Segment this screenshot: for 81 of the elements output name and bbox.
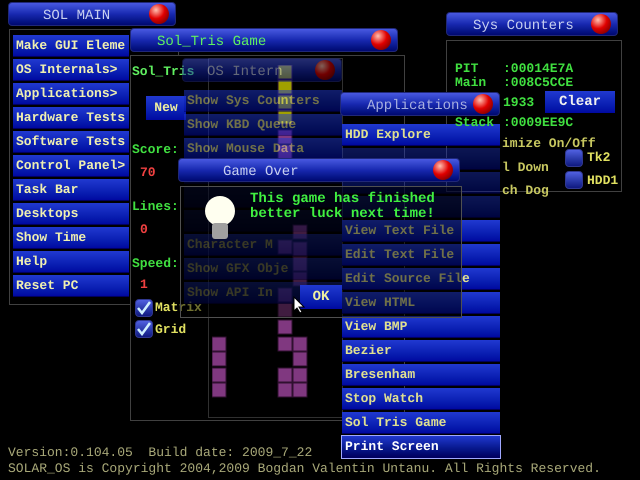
toggle-label: HDD1 <box>587 172 618 190</box>
speed-value: 1 <box>140 276 148 294</box>
close-button[interactable] <box>473 94 493 114</box>
tetris-block <box>278 302 292 318</box>
menu-item[interactable]: Applications> <box>13 83 129 105</box>
dialog-message: This game has finished <box>250 192 435 207</box>
counter-value: :008C5CCE <box>503 76 574 90</box>
window-title: Sys Counters <box>473 17 574 36</box>
menu-item[interactable]: Bresenham <box>342 364 500 386</box>
counter-label: PIT <box>455 62 478 76</box>
tetris-block <box>292 368 308 382</box>
counter-value: :0009EE9C <box>503 116 574 130</box>
toggle-label: Tk2 <box>587 149 610 167</box>
close-button[interactable] <box>371 30 391 50</box>
menu-item[interactable]: Show Time <box>13 227 129 249</box>
copyright-text: SOLAR_OS is Copyright 2004,2009 Bogdan Valentin Untanu. All Rights Reserved. <box>8 461 601 477</box>
tetris-block <box>292 256 308 272</box>
check-icon <box>137 322 151 336</box>
menu-item[interactable]: Bezier <box>342 340 500 362</box>
tetris-block <box>292 336 308 352</box>
tetris-block <box>292 352 308 366</box>
lines-value: 0 <box>140 221 148 239</box>
close-button[interactable] <box>591 14 611 34</box>
tetris-block <box>278 80 292 94</box>
tetris-block <box>278 130 292 144</box>
game-name: Sol_Tris <box>132 63 194 81</box>
counter-value: 1933 <box>503 96 534 110</box>
option-text: l Down <box>502 158 549 176</box>
menu-item[interactable]: OS Internals> <box>13 59 129 81</box>
dialog-message: better luck next time! <box>250 207 435 222</box>
tetris-block <box>278 336 292 352</box>
menu-item[interactable]: Stop Watch <box>342 388 500 410</box>
checkbox[interactable] <box>135 320 153 338</box>
tetris-block <box>278 320 292 334</box>
menu-item[interactable]: Print Screen <box>342 436 500 458</box>
option-text: imize On/Off <box>502 135 596 152</box>
tetris-block <box>212 382 226 398</box>
menu-item[interactable]: View BMP <box>342 316 500 338</box>
window-title: SOL MAIN <box>43 7 110 26</box>
counter-value: :00014E7A <box>503 62 574 76</box>
menu-item[interactable]: Make GUI Eleme <box>13 35 129 57</box>
clear-button[interactable]: Clear <box>545 91 615 113</box>
tetris-block <box>212 352 226 366</box>
score-label: Score: <box>132 140 179 158</box>
tetris-block <box>278 288 292 302</box>
lines-label: Lines: <box>132 198 179 216</box>
checkbox[interactable] <box>565 148 583 167</box>
mouse-cursor-icon <box>293 296 305 314</box>
tetris-block <box>292 242 308 256</box>
tetris-block <box>292 224 308 240</box>
close-button[interactable] <box>433 160 453 180</box>
tetris-block <box>278 382 292 398</box>
version-text: Version:0.104.05 Build date: 2009_7_22 <box>8 445 312 461</box>
checkbox[interactable] <box>565 171 583 190</box>
option-label: Grid <box>155 320 186 338</box>
menu-item[interactable]: Software Tests <box>13 131 129 153</box>
tetris-block <box>292 382 308 398</box>
tetris-block <box>212 368 226 382</box>
menu-item[interactable]: Reset PC <box>13 275 129 297</box>
ok-button[interactable]: OK <box>300 285 342 309</box>
new-button[interactable]: New <box>146 96 186 120</box>
menu-item[interactable]: Control Panel> <box>13 155 129 177</box>
counter-label: Main <box>455 76 486 90</box>
option-text: ch Dog <box>502 182 549 200</box>
tetris-block <box>292 272 308 286</box>
tetris-block <box>212 336 226 352</box>
menu-item[interactable]: Sol Tris Game <box>342 412 500 434</box>
window-title: Sol_Tris Game <box>157 33 266 52</box>
score-value: 70 <box>140 164 156 182</box>
close-button[interactable] <box>149 4 169 24</box>
speed-label: Speed: <box>132 254 179 272</box>
menu-item[interactable]: Hardware Tests <box>13 107 129 129</box>
menu-item[interactable]: Task Bar <box>13 179 129 201</box>
menu-item[interactable]: Help <box>13 251 129 273</box>
checkbox[interactable] <box>135 298 153 317</box>
window-title: Applications <box>367 97 468 116</box>
window-title: Game Over <box>223 163 299 182</box>
tetris-block <box>278 240 292 254</box>
check-icon <box>137 300 151 315</box>
menu-item[interactable]: Desktops <box>13 203 129 225</box>
tetris-block <box>278 368 292 382</box>
